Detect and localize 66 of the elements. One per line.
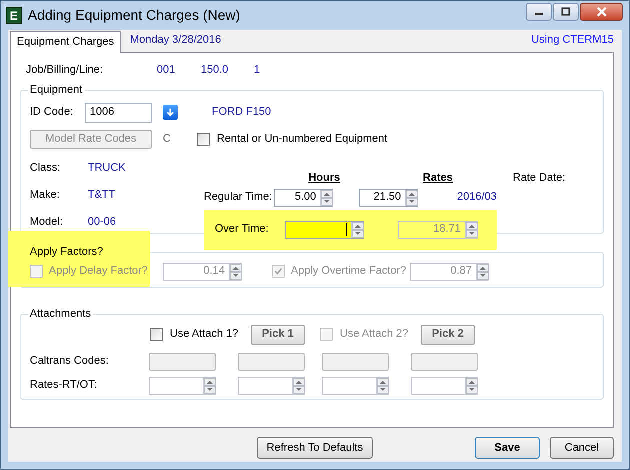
spinner-arrows-icon[interactable] <box>376 378 388 394</box>
pick-button[interactable]: Pick 1 <box>251 324 305 344</box>
rate-field[interactable] <box>411 376 478 394</box>
app-icon: E <box>6 7 22 24</box>
checkbox[interactable] <box>197 133 210 146</box>
field-label: Rate Date: <box>513 171 566 186</box>
field-label: Caltrans Codes: <box>30 354 110 370</box>
spinner-arrows-icon[interactable] <box>351 222 363 238</box>
field-label: Rates-RT/OT: <box>30 378 98 394</box>
row-label: Regular Time: <box>204 190 274 206</box>
spinner-arrows-icon[interactable] <box>405 190 418 206</box>
rate-code-letter: C <box>163 132 172 148</box>
checkbox-label: Use Attach 1? <box>170 327 240 342</box>
group-title: Attachments <box>29 307 92 322</box>
checkbox[interactable] <box>150 328 163 341</box>
row-label: Over Time: <box>214 222 270 238</box>
date-label: Monday 3/28/2016 <box>130 32 222 48</box>
spinner-arrows-icon[interactable] <box>465 378 477 394</box>
spinner-arrows-icon[interactable] <box>476 264 488 280</box>
field-label: Job/Billing/Line: <box>26 62 104 78</box>
checkbox-label: Rental or Un-numbered Equipment <box>217 132 388 148</box>
window-title: Adding Equipment Charges (New) <box>28 6 240 25</box>
field-value: TRUCK <box>88 161 126 176</box>
spinner-arrows-icon[interactable] <box>203 378 215 394</box>
close-icon <box>596 7 608 17</box>
rate-field[interactable] <box>149 376 216 394</box>
field-label: Class: <box>30 161 62 176</box>
maximize-icon <box>560 7 572 17</box>
field-value: 001 <box>157 62 176 78</box>
field-label: Model: <box>30 215 64 230</box>
tab[interactable]: Equipment Charges <box>10 31 122 53</box>
minimize-button[interactable] <box>526 3 552 21</box>
checkbox-label: Apply Delay Factor? <box>49 264 150 280</box>
rate-date-value: 2016/03 <box>457 190 497 206</box>
equipment-name: FORD F150 <box>212 105 272 120</box>
spinner-arrows-icon[interactable] <box>320 190 332 206</box>
field-label: ID Code: <box>30 105 74 120</box>
group-title: Apply Factors? <box>29 245 104 260</box>
company-label: Using CTERM15 <box>531 32 614 48</box>
code-field[interactable] <box>238 352 305 370</box>
field-value: 00-06 <box>88 215 116 230</box>
rate-field[interactable] <box>322 376 389 394</box>
close-button[interactable] <box>580 3 623 21</box>
dialog-button[interactable]: Refresh To Defaults <box>257 437 373 459</box>
checkbox-label: Use Attach 2? <box>340 327 410 342</box>
field-label: Make: <box>30 188 61 204</box>
hours-field[interactable] <box>285 220 364 238</box>
maximize-button[interactable] <box>553 3 579 21</box>
id-code-field[interactable]: 1006 <box>85 102 152 122</box>
code-field[interactable] <box>411 352 478 370</box>
column-header: Rates <box>422 171 454 186</box>
rate-field[interactable] <box>238 376 305 394</box>
checkbox-label: Apply Overtime Factor? <box>291 264 408 280</box>
hours-field[interactable]: 5.00 <box>274 188 334 206</box>
dialog-button[interactable]: Cancel <box>550 437 614 459</box>
field-value: 150.0 <box>201 62 230 78</box>
code-field[interactable] <box>322 352 389 370</box>
dialog-button[interactable]: Save <box>475 437 540 459</box>
field-value: T&TT <box>88 188 116 204</box>
spinner-arrows-icon[interactable] <box>229 264 241 280</box>
code-field[interactable] <box>149 352 216 370</box>
group-title: Equipment <box>29 83 84 98</box>
spinner-arrows-icon[interactable] <box>292 378 304 394</box>
field-value: 1 <box>254 62 262 78</box>
column-header: Hours <box>308 171 342 186</box>
rate-field[interactable]: 21.50 <box>358 188 418 206</box>
